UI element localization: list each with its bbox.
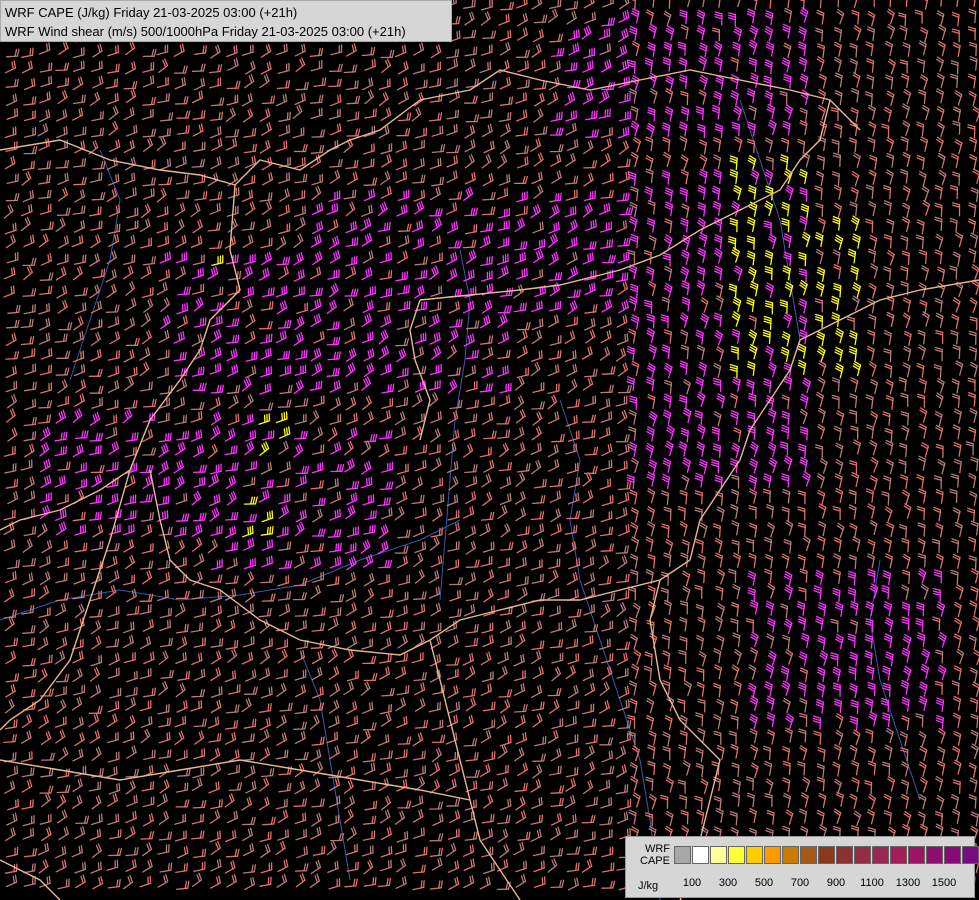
legend-swatch	[944, 846, 961, 864]
legend-swatch	[674, 846, 691, 864]
legend-tick-label: 700	[790, 877, 810, 889]
legend-swatch	[728, 846, 745, 864]
legend-swatch	[782, 846, 799, 864]
legend-tick-label: 500	[754, 877, 774, 889]
legend-swatch	[890, 846, 907, 864]
title-wind-shear: WRF Wind shear (m/s) 500/1000hPa Friday …	[5, 24, 406, 39]
legend-tick-label: 900	[826, 877, 846, 889]
legend-color-scale	[674, 846, 979, 864]
legend-swatch	[710, 846, 727, 864]
legend-swatch	[872, 846, 889, 864]
legend-swatch	[692, 846, 709, 864]
legend-model-label: WRF	[644, 843, 670, 855]
legend-swatch	[908, 846, 925, 864]
legend-swatch	[854, 846, 871, 864]
legend-tick-label: 300	[718, 877, 738, 889]
legend-tick-label: 100	[682, 877, 702, 889]
legend-field-label: CAPE	[640, 855, 670, 867]
legend-swatch	[746, 846, 763, 864]
legend-tick-label: 1100	[860, 877, 884, 889]
legend-swatch	[962, 846, 979, 864]
cape-legend: WRF CAPE J/kg 100 300 500 700 900 1100 1300 150…	[625, 836, 979, 898]
weather-map	[0, 0, 979, 900]
title-cape: WRF CAPE (J/kg) Friday 21-03-2025 03:00 …	[5, 5, 298, 20]
legend-swatch	[764, 846, 781, 864]
legend-unit: J/kg	[638, 880, 659, 892]
legend-swatch	[836, 846, 853, 864]
legend-tick-label: 1300	[895, 877, 921, 889]
map-title-box: WRF CAPE (J/kg) Friday 21-03-2025 03:00 …	[0, 0, 452, 42]
legend-swatch	[800, 846, 817, 864]
legend-tick-label: 1500	[931, 877, 957, 889]
legend-name: WRF CAPE	[630, 843, 670, 867]
legend-swatch	[926, 846, 943, 864]
legend-swatch	[818, 846, 835, 864]
legend-tick-labels: 100 300 500 700 900 1100 1300 1500	[674, 877, 974, 891]
